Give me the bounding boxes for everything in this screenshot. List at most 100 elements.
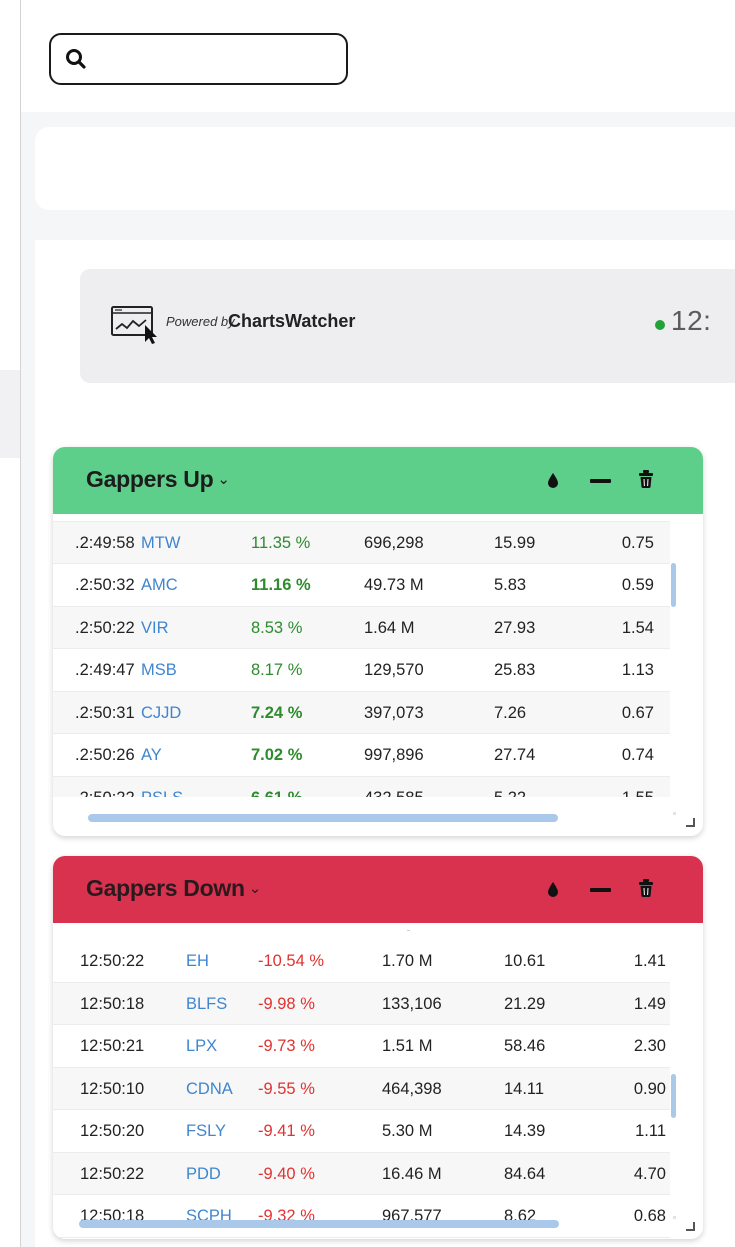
left-panel-selected-item[interactable] [0, 370, 20, 458]
gappers-down-widget: Gappers Down ⌄ 12:50:22 EH -10.54 % 1.70 M 10… [53, 856, 703, 1239]
table-row[interactable]: .2:50:32 AMC 11.16 % 49.73 M 5.83 0.59 [53, 564, 670, 607]
table-viewport[interactable]: .2:50:31DDL10.84 %2.17 M5.120.88 .2:49:58… [53, 514, 670, 797]
trash-icon[interactable] [639, 470, 653, 488]
gappers-up-rows: .2:50:31DDL10.84 %2.17 M5.120.88 .2:49:58… [53, 514, 670, 797]
table-row[interactable]: 12:50:18 BLFS -9.98 % 133,106 21.29 1.49 [53, 982, 670, 1025]
resize-handle-icon[interactable] [686, 818, 695, 827]
widget-header[interactable]: Gappers Down ⌄ [53, 856, 703, 923]
cell-symbol[interactable]: FSLY [186, 1122, 226, 1141]
scroll-corner [673, 812, 676, 815]
cell-rel-volume: 0.75 [621, 533, 654, 552]
cell-price: 14.39 [504, 1122, 546, 1140]
search-box[interactable] [49, 33, 348, 85]
cell-time: 12:50:21 [80, 1037, 145, 1055]
powered-by-bar: Powered by ChartsWatcher 12: [80, 269, 735, 383]
cell-time: .2:49:47 [75, 661, 135, 679]
cell-volume: 1.70 M [382, 952, 433, 970]
cell-price: 84.64 [504, 1164, 546, 1183]
trash-icon[interactable] [639, 879, 653, 897]
drop-icon[interactable] [547, 472, 559, 488]
cell-volume: 133,106 [382, 994, 442, 1013]
gappers-down-rows: 12:50:22 EH -10.54 % 1.70 M 10.61 1.41 12:50:1… [53, 940, 670, 1238]
table-row[interactable]: 12:50:18 SCPH -9.32 % 967,577 8.62 0.68 [53, 1195, 670, 1238]
table-row[interactable]: 12:50:10 CDNA -9.55 % 464,398 14.11 0.90 [53, 1067, 670, 1110]
cell-time: .2:50:22 [75, 618, 135, 637]
minimize-icon[interactable] [590, 888, 611, 892]
resize-handle-icon[interactable] [686, 1222, 695, 1231]
cell-change: -9.41 % [258, 1122, 315, 1140]
cell-symbol[interactable]: CDNA [186, 1080, 233, 1099]
table-row[interactable]: .2:50:31 CJJD 7.24 % 397,073 7.26 0.67 [53, 691, 670, 734]
widget-title[interactable]: Gappers Down ⌄ [86, 875, 261, 902]
cell-change: -9.98 % [258, 994, 315, 1013]
horizontal-scrollbar[interactable] [79, 1220, 559, 1228]
cell-time: .2:50:32 [75, 576, 135, 594]
blank-card [35, 127, 735, 210]
cell-rel-volume: 0.67 [621, 703, 654, 722]
chevron-down-icon[interactable]: ⌄ [217, 470, 230, 488]
cell-volume: 464,398 [382, 1079, 442, 1098]
cell-time: 12:50:10 [80, 1079, 145, 1098]
cell-symbol[interactable]: LPX [186, 1037, 217, 1056]
cell-symbol[interactable]: MSB [141, 661, 177, 680]
cell-volume: 1.51 M [382, 1037, 433, 1055]
table-viewport[interactable]: 12:50:22 EH -10.54 % 1.70 M 10.61 1.41 12:50:1… [53, 923, 670, 1239]
table-row[interactable]: 12:50:22 PDD -9.40 % 16.46 M 84.64 4.70 [53, 1152, 670, 1195]
cell-symbol[interactable]: AMC [141, 576, 178, 595]
vertical-scrollbar[interactable] [671, 1074, 676, 1118]
search-icon[interactable] [65, 48, 87, 70]
chevron-down-icon[interactable]: ⌄ [249, 879, 262, 897]
cell-symbol[interactable]: PSLS [141, 789, 183, 798]
widget-header[interactable]: Gappers Up ⌄ [53, 447, 703, 514]
search-input[interactable] [99, 45, 334, 73]
widget-title[interactable]: Gappers Up ⌄ [86, 466, 230, 493]
cell-symbol[interactable]: CJJD [141, 704, 181, 723]
cell-rel-volume: 0.68 [633, 1207, 666, 1225]
horizontal-scrollbar[interactable] [88, 814, 558, 822]
cell-time: 12:50:20 [80, 1122, 145, 1140]
table-row[interactable]: .2:49:58 MTW 11.35 % 696,298 15.99 0.75 [53, 521, 670, 564]
minimize-icon[interactable] [590, 479, 611, 483]
cell-symbol[interactable]: MTW [141, 534, 180, 553]
table-row[interactable]: .2:50:26 AY 7.02 % 997,896 27.74 0.74 [53, 734, 670, 777]
cell-rel-volume: 1.55 [622, 789, 654, 798]
drop-icon[interactable] [547, 881, 559, 897]
scroll-corner [673, 1216, 676, 1219]
cell-symbol[interactable]: EH [186, 952, 209, 971]
table-row[interactable]: 12:50:21 LPX -9.73 % 1.51 M 58.46 2.30 [53, 1025, 670, 1068]
cell-rel-volume: 1.49 [633, 994, 666, 1013]
cell-price: 5.83 [494, 576, 527, 594]
table-row[interactable]: 12:50:20 FSLY -9.41 % 5.30 M 14.39 1.11 [53, 1110, 670, 1153]
cell-time: .2:49:58 [75, 533, 135, 552]
cell-volume: 5.30 M [382, 1122, 433, 1140]
cell-price: 15.99 [494, 533, 536, 552]
cell-symbol[interactable]: AY [141, 746, 162, 765]
cell-symbol[interactable]: PDD [186, 1165, 221, 1184]
cell-price: 5.22 [494, 789, 526, 798]
table-row[interactable]: 12:50:22 EH -10.54 % 1.70 M 10.61 1.41 [53, 940, 670, 983]
table-row[interactable]: .2:49:47 MSB 8.17 % 129,570 25.83 1.13 [53, 649, 670, 692]
cell-change: -9.55 % [258, 1079, 315, 1098]
table-row[interactable]: .2:50:22 PSLS 6.61 % 432,585 5.22 1.55 [53, 776, 670, 798]
cell-rel-volume: 1.54 [621, 618, 654, 637]
status-dot [655, 320, 665, 330]
chartswatcher-logo-icon[interactable] [110, 305, 158, 345]
cell-change: 6.61 % [251, 789, 302, 798]
cell-change: -10.54 % [258, 952, 325, 970]
cell-rel-volume: 1.11 [635, 1122, 666, 1140]
cell-symbol[interactable]: VIR [141, 619, 169, 638]
cell-rel-volume: 0.90 [633, 1079, 666, 1098]
cell-volume: 432,585 [364, 789, 424, 798]
table-row[interactable]: .2:50:31DDL10.84 %2.17 M5.120.88 [53, 514, 670, 522]
status-time: 12: [671, 305, 712, 336]
vertical-scrollbar[interactable] [671, 563, 676, 607]
cell-change: 8.17 % [251, 661, 303, 679]
brand-name[interactable]: ChartsWatcher [228, 311, 355, 332]
cell-price: 7.26 [494, 703, 527, 722]
cell-rel-volume: 1.13 [621, 661, 654, 679]
cell-change: 11.35 % [251, 533, 311, 552]
cell-volume: 397,073 [364, 703, 424, 722]
cell-change: 7.24 % [251, 703, 303, 722]
cell-symbol[interactable]: BLFS [186, 995, 227, 1014]
table-row[interactable]: .2:50:22 VIR 8.53 % 1.64 M 27.93 1.54 [53, 606, 670, 649]
